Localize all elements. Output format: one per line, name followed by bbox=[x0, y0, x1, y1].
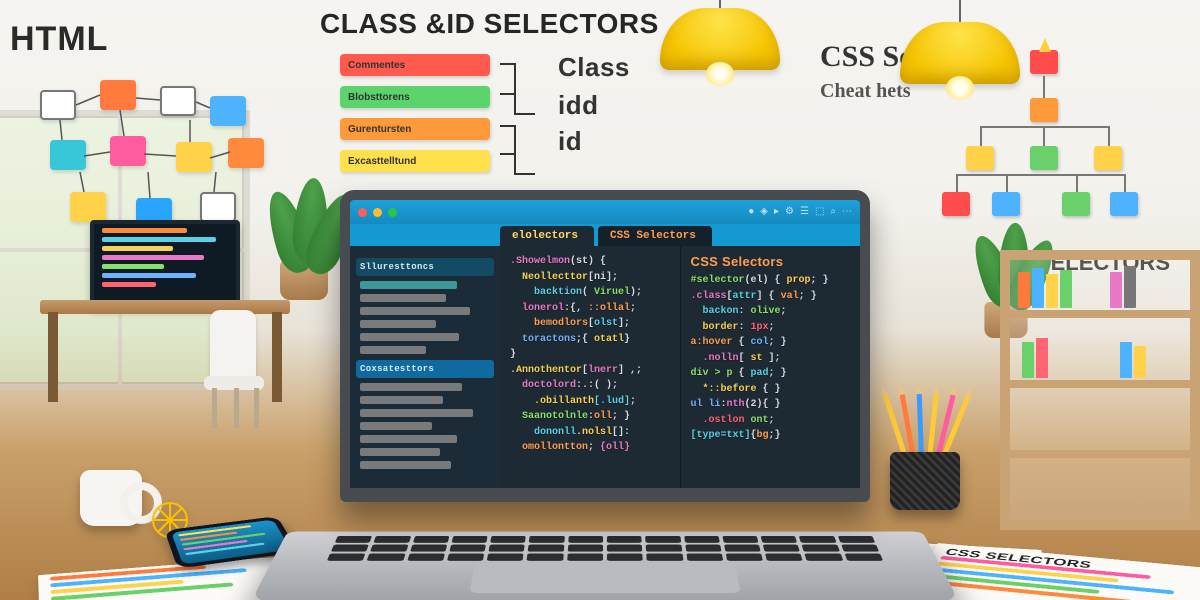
label-id2: id bbox=[558, 126, 582, 157]
html-diagram-grid bbox=[40, 80, 260, 240]
label-class: Class bbox=[558, 52, 630, 83]
keyboard bbox=[327, 536, 883, 561]
window-min-icon bbox=[373, 208, 382, 217]
classid-pill: Excasttelltund bbox=[340, 150, 490, 172]
pane-title: CSS Selectors bbox=[691, 254, 851, 269]
classid-pill: Commentes bbox=[340, 54, 490, 76]
code-pane-right: CSS Selectors #selector(el) { prop; } .c… bbox=[680, 246, 861, 488]
editor-titlebar: ● ◈ ▸ ⚙ ☰ ⬚ ⌕ ⋯ bbox=[350, 200, 860, 224]
background-monitor bbox=[90, 220, 240, 308]
poster-class-id: CLASS &ID SELECTORS Commentes Blobsttore… bbox=[320, 8, 700, 218]
classid-pill: Gurentursten bbox=[340, 118, 490, 140]
tab-css-selectors[interactable]: CSS Selectors bbox=[598, 226, 712, 246]
sidebar-section: Slluresttoncs bbox=[356, 258, 494, 276]
bookshelf bbox=[1000, 250, 1200, 530]
poster-classid-title: CLASS &ID SELECTORS bbox=[320, 8, 700, 40]
label-id: idd bbox=[558, 90, 599, 121]
window-close-icon bbox=[358, 208, 367, 217]
sidebar-section: Coxsatesttors bbox=[356, 360, 494, 378]
triangle-icon bbox=[1039, 32, 1051, 52]
laptop-base bbox=[250, 532, 959, 600]
poster-html: HTML bbox=[10, 20, 290, 240]
bracket-icon bbox=[495, 54, 555, 184]
code-editor: ● ◈ ▸ ⚙ ☰ ⬚ ⌕ ⋯ elolectors CSS Selectors… bbox=[350, 200, 860, 488]
poster-html-title: HTML bbox=[10, 20, 290, 59]
laptop: ● ◈ ▸ ⚙ ☰ ⬚ ⌕ ⋯ elolectors CSS Selectors… bbox=[310, 190, 900, 590]
code-pane-left: .Showelmon(st) { Neollecttor[ni]; backti… bbox=[500, 246, 680, 488]
html-diagram-arrows bbox=[40, 80, 260, 240]
editor-panes: .Showelmon(st) { Neollecttor[ni]; backti… bbox=[500, 246, 860, 488]
tab-selectors[interactable]: elolectors bbox=[500, 226, 594, 246]
scene-root: HTML CLASS &ID SELECTOR bbox=[0, 0, 1200, 600]
window-max-icon bbox=[388, 208, 397, 217]
editor-tabs: elolectors CSS Selectors bbox=[350, 224, 860, 246]
chair bbox=[210, 310, 290, 430]
laptop-screen: ● ◈ ▸ ⚙ ☰ ⬚ ⌕ ⋯ elolectors CSS Selectors… bbox=[340, 190, 870, 502]
classid-pill: Blobsttorens bbox=[340, 86, 490, 108]
coffee-mug bbox=[80, 470, 142, 526]
editor-sidebar: Slluresttoncs Coxsatesttors bbox=[350, 246, 500, 488]
